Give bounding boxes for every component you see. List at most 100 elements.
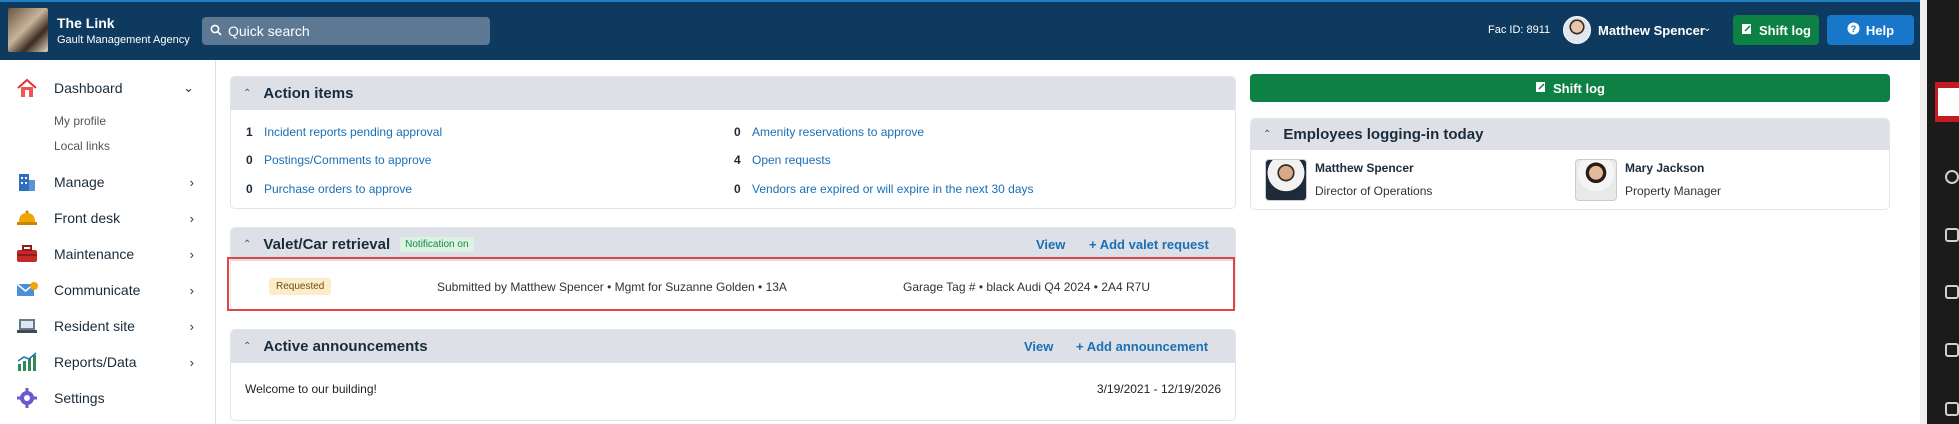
action-item-link[interactable]: Postings/Comments to approve [264, 153, 431, 167]
employee-name: Matthew Spencer [1315, 161, 1414, 175]
action-item[interactable]: 4 Open requests [734, 153, 831, 167]
sidebar-item-label: Settings [54, 390, 105, 406]
chevron-right-icon: › [189, 318, 194, 334]
action-item[interactable]: 0 Postings/Comments to approve [246, 153, 431, 167]
app-thumbnail-inner [1938, 88, 1959, 116]
employee-photo [1265, 159, 1307, 201]
selection-highlight [227, 257, 1235, 311]
chevron-down-icon[interactable]: ⌄ [1703, 23, 1711, 34]
chevron-right-icon: › [189, 174, 194, 190]
quick-search-input[interactable]: Quick search [202, 17, 490, 45]
question-icon: ? [1847, 22, 1860, 38]
employee-role: Director of Operations [1315, 184, 1433, 198]
action-items-header[interactable]: ⌃ Action items [231, 77, 1235, 110]
sidebar-item-label: Communicate [54, 282, 141, 298]
employee-card[interactable]: Mary Jackson Property Manager [1575, 159, 1721, 201]
agency-name: Gault Management Agency [57, 34, 190, 46]
action-item[interactable]: 1 Incident reports pending approval [246, 125, 442, 139]
action-items-panel: ⌃ Action items 1 Incident reports pendin… [230, 76, 1236, 209]
announcement-text[interactable]: Welcome to our building! [245, 382, 377, 396]
chevron-down-icon: ⌄ [183, 80, 194, 95]
add-valet-request-link[interactable]: + Add valet request [1089, 237, 1209, 252]
sidebar-item-settings[interactable]: Settings [14, 386, 204, 410]
collapse-icon[interactable]: ⌃ [243, 239, 251, 250]
note-edit-icon [1741, 23, 1753, 38]
help-label: Help [1865, 22, 1895, 38]
announcements-view-link[interactable]: View [1024, 339, 1053, 354]
building-icon [14, 171, 40, 193]
help-button[interactable]: ? Help [1827, 15, 1914, 45]
sidebar-subitem-my-profile[interactable]: My profile [54, 114, 106, 128]
sidebar-item-label: Manage [54, 174, 105, 190]
employee-role: Property Manager [1625, 184, 1722, 198]
user-menu-name[interactable]: Matthew Spencer [1598, 23, 1705, 38]
panel-title: Valet/Car retrieval [263, 236, 391, 253]
home-icon [14, 77, 40, 99]
chevron-right-icon: › [189, 354, 194, 370]
sidebar-item-label: Maintenance [54, 246, 135, 262]
gear-icon [14, 387, 40, 409]
contact-icon[interactable] [1945, 285, 1959, 299]
card-icon[interactable] [1945, 228, 1959, 242]
announcement-dates: 3/19/2021 - 12/19/2026 [1096, 382, 1221, 396]
svg-text:?: ? [1851, 24, 1857, 34]
employee-name: Mary Jackson [1625, 161, 1705, 175]
action-item-link[interactable]: Purchase orders to approve [264, 182, 412, 196]
sidebar-item-label: Front desk [54, 210, 121, 226]
sidebar: Dashboard ⌄ My profile Local links Manag… [0, 60, 216, 424]
employee-card[interactable]: Matthew Spencer Director of Operations [1265, 159, 1432, 201]
action-item-link[interactable]: Amenity reservations to approve [752, 125, 924, 139]
top-accent-line [0, 0, 1920, 2]
announcements-header[interactable]: ⌃ Active announcements View + Add announ… [231, 330, 1235, 363]
panel-title: Employees logging-in today [1283, 126, 1484, 143]
employees-panel: ⌃ Employees logging-in today Matthew Spe… [1250, 118, 1890, 210]
search-icon [210, 23, 222, 39]
sidebar-item-dashboard[interactable]: Dashboard ⌄ [14, 76, 204, 100]
collapse-icon[interactable]: ⌃ [1263, 129, 1271, 140]
action-item[interactable]: 0 Purchase orders to approve [246, 182, 412, 196]
collapse-icon[interactable]: ⌃ [243, 88, 251, 99]
notification-badge: Notification on [400, 237, 474, 252]
sidebar-item-label: Reports/Data [54, 354, 137, 370]
shift-log-label: Shift log [1759, 22, 1811, 38]
sidebar-item-communicate[interactable]: Communicate › [14, 278, 204, 302]
chevron-right-icon: › [189, 210, 194, 226]
shift-log-label: Shift log [1553, 80, 1605, 96]
chevron-right-icon: › [189, 246, 194, 262]
toolbox-icon [14, 243, 40, 265]
sidebar-subitem-local-links[interactable]: Local links [54, 139, 110, 153]
print-icon[interactable] [1945, 402, 1959, 416]
valet-view-link[interactable]: View [1036, 237, 1065, 252]
mail-icon [14, 279, 40, 301]
sidebar-item-label: Dashboard [54, 80, 123, 96]
property-logo[interactable] [8, 8, 48, 52]
add-announcement-link[interactable]: + Add announcement [1076, 339, 1208, 354]
shift-log-button[interactable]: Shift log [1733, 15, 1819, 45]
sidebar-item-maintenance[interactable]: Maintenance › [14, 242, 204, 266]
sidebar-item-manage[interactable]: Manage › [14, 170, 204, 194]
action-item-link[interactable]: Vendors are expired or will expire in th… [752, 182, 1034, 196]
chart-icon [14, 351, 40, 373]
facility-id: Fac ID: 8911 [1488, 24, 1551, 36]
sidebar-item-label: Resident site [54, 318, 135, 334]
shift-log-large-button[interactable]: Shift log [1250, 74, 1890, 102]
sidebar-item-resident-site[interactable]: Resident site › [14, 314, 204, 338]
chevron-right-icon: › [189, 282, 194, 298]
note-edit-icon [1535, 81, 1547, 96]
search-placeholder: Quick search [228, 23, 310, 39]
user-avatar[interactable] [1563, 16, 1591, 44]
panel-title: Active announcements [263, 338, 428, 355]
collapse-icon[interactable]: ⌃ [243, 341, 251, 352]
property-name: The Link [57, 15, 115, 31]
bell-icon [14, 207, 40, 229]
sidebar-item-reports-data[interactable]: Reports/Data › [14, 350, 204, 374]
sidebar-item-front-desk[interactable]: Front desk › [14, 206, 204, 230]
book-icon[interactable] [1945, 343, 1959, 357]
panel-title: Action items [263, 85, 354, 102]
employees-header[interactable]: ⌃ Employees logging-in today [1251, 119, 1889, 150]
headset-icon[interactable] [1945, 170, 1959, 184]
action-item[interactable]: 0 Vendors are expired or will expire in … [734, 182, 1034, 196]
action-item-link[interactable]: Incident reports pending approval [264, 125, 442, 139]
action-item[interactable]: 0 Amenity reservations to approve [734, 125, 924, 139]
action-item-link[interactable]: Open requests [752, 153, 831, 167]
